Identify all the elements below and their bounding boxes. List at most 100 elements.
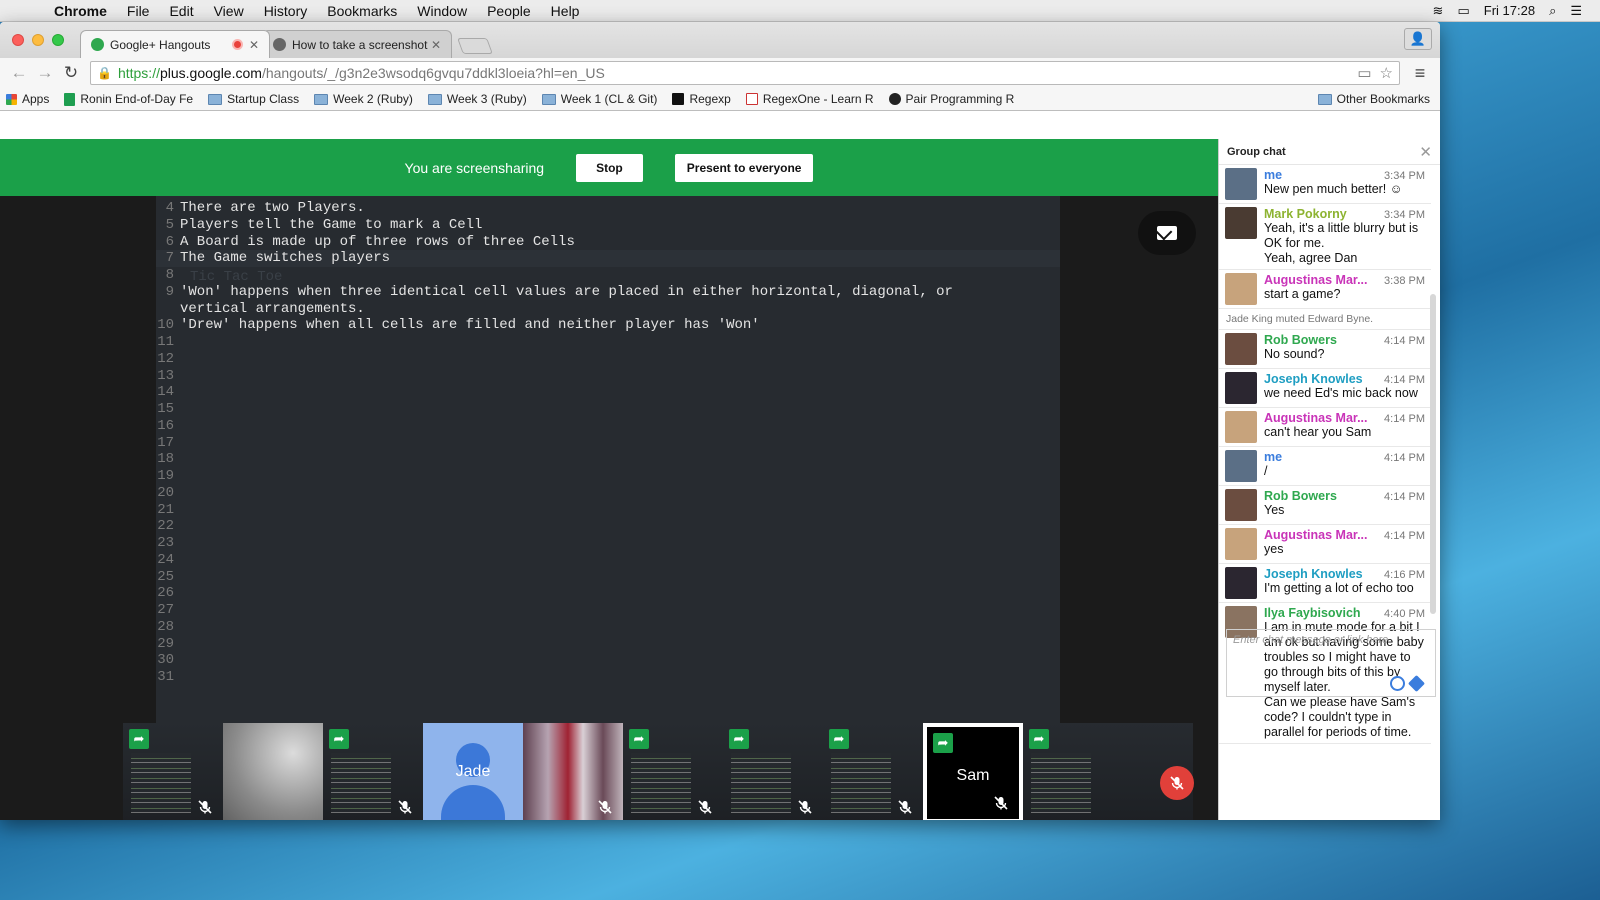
chat-sender[interactable]: me <box>1264 168 1380 182</box>
drive-icon[interactable] <box>1408 675 1425 692</box>
participant-thumbnail[interactable]: ➦ <box>823 723 923 820</box>
forward-arrow-icon[interactable]: → <box>32 63 58 83</box>
present-to-everyone-button[interactable]: Present to everyone <box>674 153 814 182</box>
profile-icon[interactable]: 👤 <box>1404 28 1432 50</box>
avatar[interactable] <box>1225 528 1257 560</box>
chat-toggle-button[interactable] <box>1138 211 1196 255</box>
close-tab-icon[interactable]: ✕ <box>249 38 259 52</box>
chat-sender[interactable]: Rob Bowers <box>1264 489 1380 503</box>
chat-scrollbar[interactable] <box>1430 294 1436 614</box>
menu-view[interactable]: View <box>204 3 254 19</box>
menu-window[interactable]: Window <box>407 3 477 19</box>
chat-sender[interactable]: Augustinas Mar... <box>1264 273 1380 287</box>
bookmark-ronin[interactable]: Ronin End-of-Day Fe <box>64 92 193 106</box>
code-line[interactable]: 19 <box>156 468 1060 485</box>
code-line[interactable]: 4 There are two Players. <box>156 200 1060 217</box>
avatar[interactable] <box>1225 207 1257 239</box>
chat-sender[interactable]: Joseph Knowles <box>1264 567 1380 581</box>
chat-sender[interactable]: Mark Pokorny <box>1264 207 1380 221</box>
menu-file[interactable]: File <box>117 3 160 19</box>
battery-icon[interactable]: ▭ <box>1457 3 1469 19</box>
code-line[interactable]: 5 Players tell the Game to mark a Cell <box>156 217 1060 234</box>
chat-sender[interactable]: Augustinas Mar... <box>1264 411 1380 425</box>
notification-center-icon[interactable]: ☰ <box>1570 3 1582 19</box>
code-line[interactable]: 22 <box>156 518 1060 535</box>
bookmark-regexone[interactable]: RegexOne - Learn R <box>745 92 874 106</box>
back-arrow-icon[interactable]: ← <box>6 63 32 83</box>
chat-sender[interactable]: Augustinas Mar... <box>1264 528 1380 542</box>
new-tab-button[interactable] <box>457 38 493 54</box>
code-line[interactable]: 26 <box>156 585 1060 602</box>
minimize-window-icon[interactable] <box>32 34 44 46</box>
menu-history[interactable]: History <box>254 3 318 19</box>
bookmark-apps[interactable]: Apps <box>6 92 49 106</box>
stop-sharing-button[interactable]: Stop <box>576 153 643 182</box>
close-window-icon[interactable] <box>12 34 24 46</box>
code-line[interactable]: vertical arrangements. <box>156 301 1060 318</box>
code-line[interactable]: 24 <box>156 552 1060 569</box>
code-line[interactable]: 6 A Board is made up of three rows of thr… <box>156 234 1060 251</box>
participant-thumbnail[interactable]: ➦ <box>323 723 423 820</box>
avatar[interactable] <box>1225 450 1257 482</box>
self-mic-muted-button[interactable] <box>1160 766 1194 800</box>
bookmark-week1[interactable]: Week 1 (CL & Git) <box>541 92 657 106</box>
code-line[interactable]: 25 <box>156 569 1060 586</box>
address-bar[interactable]: 🔒 https:// plus.google.com /hangouts/_/g… <box>90 61 1400 85</box>
menu-edit[interactable]: Edit <box>159 3 203 19</box>
bookmark-week2[interactable]: Week 2 (Ruby) <box>314 92 413 106</box>
participant-thumbnail[interactable]: ➦ <box>623 723 723 820</box>
participant-thumbnail[interactable]: ➦ <box>123 723 223 820</box>
emoji-icon[interactable] <box>1390 676 1405 691</box>
close-tab-icon[interactable]: ✕ <box>431 38 441 52</box>
bookmark-week3[interactable]: Week 3 (Ruby) <box>427 92 527 106</box>
participant-thumbnail[interactable] <box>523 723 623 820</box>
code-line[interactable]: 9 'Won' happens when three identical cell… <box>156 284 1060 301</box>
code-line[interactable]: 18 <box>156 451 1060 468</box>
chrome-menu-icon[interactable]: ≡ <box>1406 63 1434 84</box>
code-line[interactable]: 23 <box>156 535 1060 552</box>
wifi-icon[interactable]: ≋ <box>1433 3 1444 19</box>
chat-sender[interactable]: Joseph Knowles <box>1264 372 1380 386</box>
code-line[interactable]: 30 <box>156 652 1060 669</box>
code-line[interactable]: 12 <box>156 351 1060 368</box>
chat-sender[interactable]: Rob Bowers <box>1264 333 1380 347</box>
bookmark-pair-programming[interactable]: Pair Programming R <box>888 92 1014 106</box>
tab-hangouts[interactable]: Google+ Hangouts ✕ <box>80 30 270 58</box>
camera-permission-icon[interactable]: ▭ <box>1357 64 1371 82</box>
chat-sender[interactable]: me <box>1264 450 1380 464</box>
menu-help[interactable]: Help <box>541 3 590 19</box>
bookmark-startup-class[interactable]: Startup Class <box>208 92 299 106</box>
code-line[interactable]: 31 <box>156 669 1060 686</box>
code-line[interactable]: 27 <box>156 602 1060 619</box>
bookmark-star-icon[interactable]: ☆ <box>1380 64 1393 82</box>
code-line[interactable]: 17 <box>156 435 1060 452</box>
participant-thumbnail[interactable]: Jade <box>423 723 523 820</box>
avatar[interactable] <box>1225 273 1257 305</box>
zoom-window-icon[interactable] <box>52 34 64 46</box>
menu-app-name[interactable]: Chrome <box>44 3 117 19</box>
avatar[interactable] <box>1225 333 1257 365</box>
bookmark-regexp[interactable]: Regexp <box>672 92 731 106</box>
code-line[interactable]: 21 <box>156 502 1060 519</box>
code-line[interactable]: 14 <box>156 384 1060 401</box>
menu-bookmarks[interactable]: Bookmarks <box>317 3 407 19</box>
bookmark-other[interactable]: Other Bookmarks <box>1317 92 1430 106</box>
code-line[interactable]: 16 <box>156 418 1060 435</box>
menu-clock[interactable]: Fri 17:28 <box>1484 3 1535 18</box>
participant-thumbnail[interactable]: ➦ <box>723 723 823 820</box>
code-line[interactable]: 20 <box>156 485 1060 502</box>
code-line[interactable]: 11 <box>156 334 1060 351</box>
spotlight-search-icon[interactable]: ⌕ <box>1549 3 1556 19</box>
avatar[interactable] <box>1225 489 1257 521</box>
reload-icon[interactable]: ↻ <box>58 63 84 83</box>
code-line[interactable]: 15 <box>156 401 1060 418</box>
avatar[interactable] <box>1225 411 1257 443</box>
chat-sender[interactable]: Ilya Faybisovich <box>1264 606 1380 620</box>
code-line[interactable]: 29 <box>156 636 1060 653</box>
code-line[interactable]: 28 <box>156 619 1060 636</box>
avatar[interactable] <box>1225 372 1257 404</box>
code-line[interactable]: 10 'Drew' happens when all cells are fill… <box>156 317 1060 334</box>
avatar[interactable] <box>1225 567 1257 599</box>
tab-screenshot-howto[interactable]: How to take a screenshot ✕ <box>262 30 452 58</box>
participant-thumbnail[interactable] <box>223 723 323 820</box>
